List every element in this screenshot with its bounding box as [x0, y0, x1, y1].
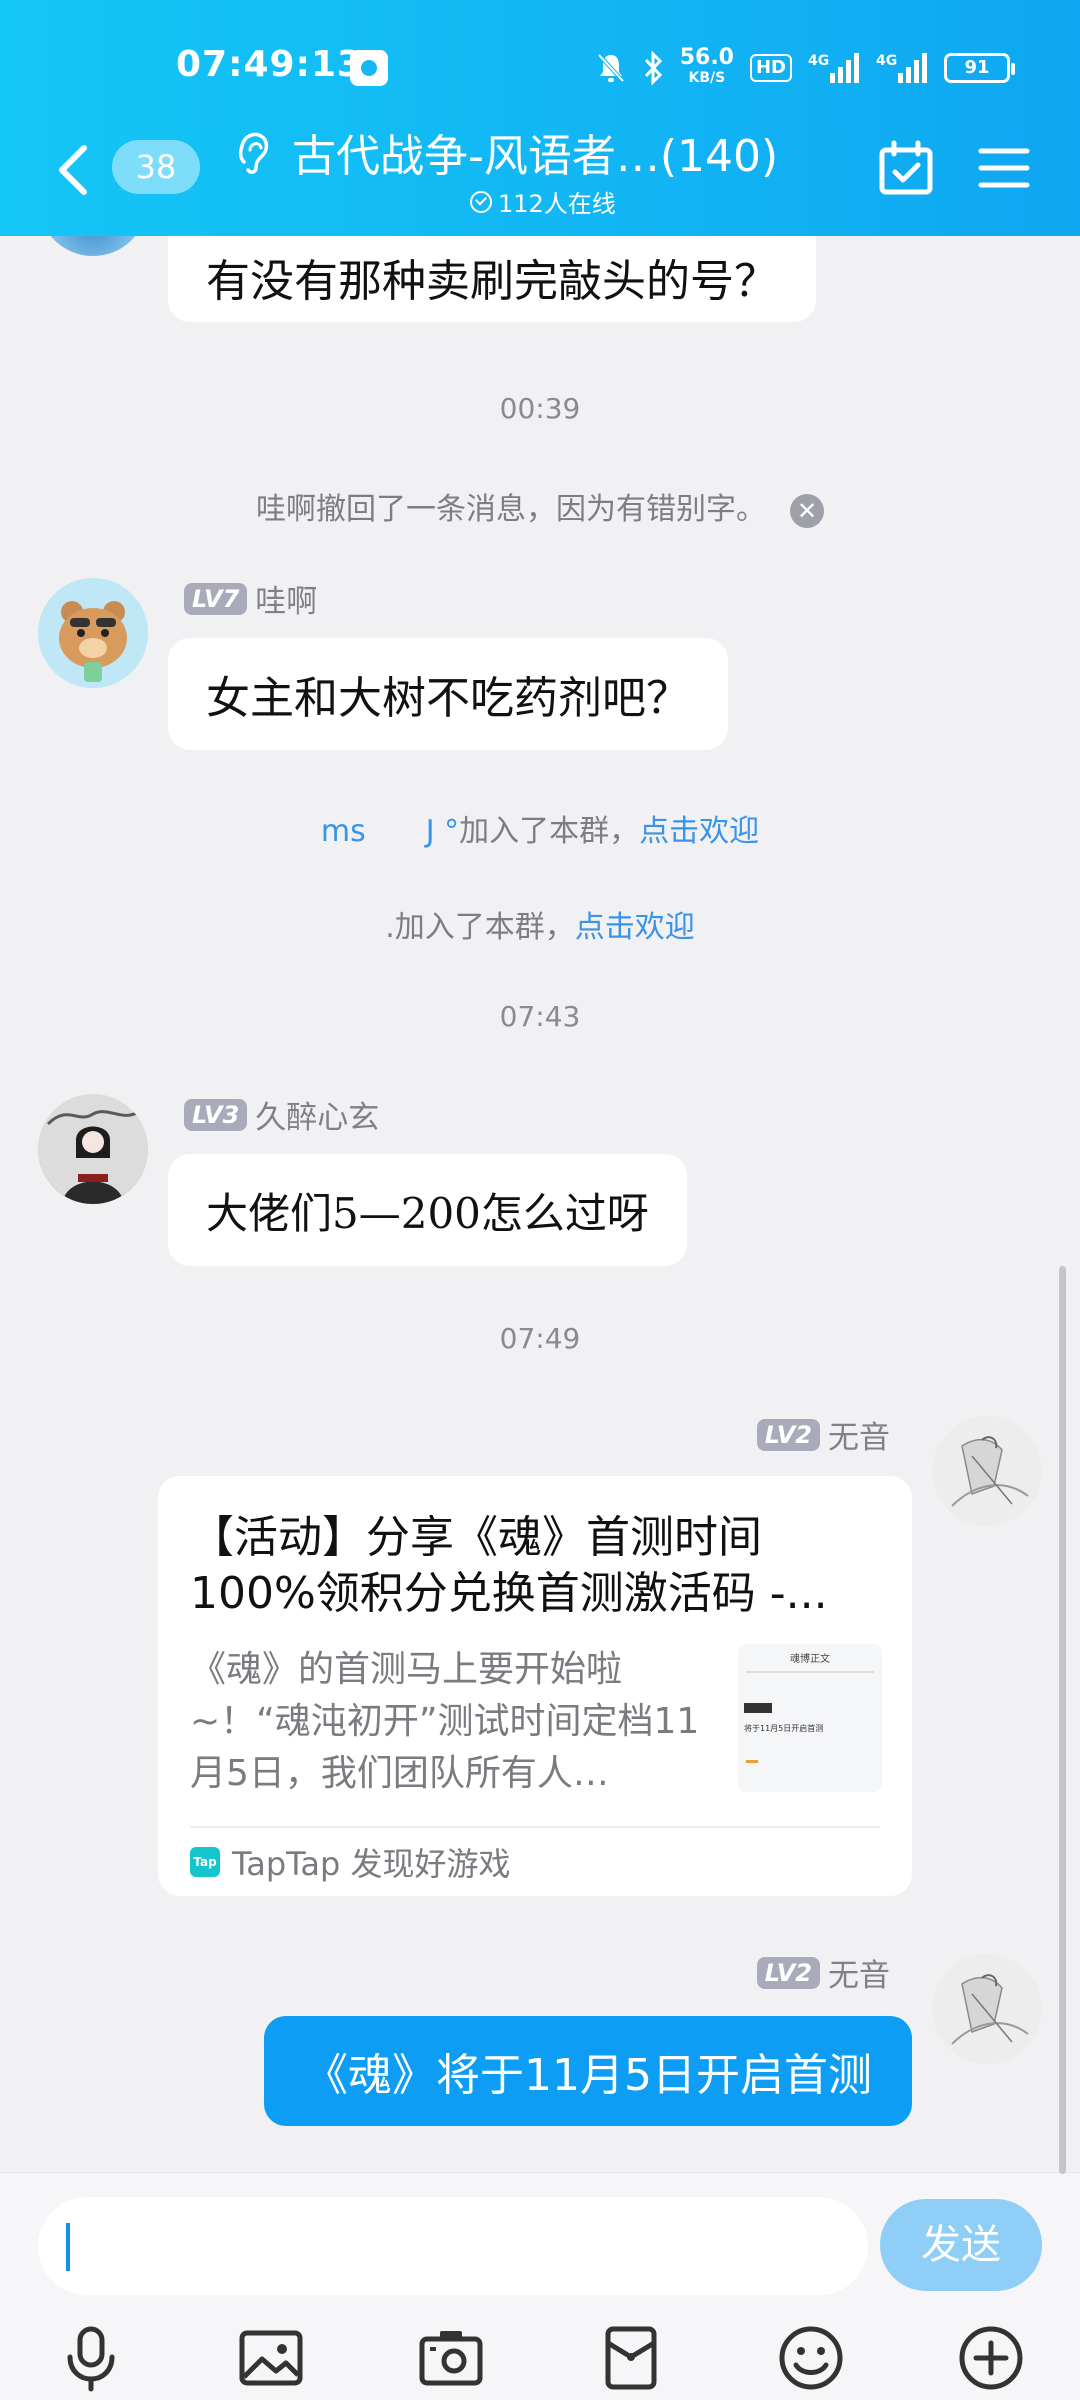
divider	[190, 1826, 880, 1828]
join-text: 加入了本群，	[459, 814, 640, 849]
welcome-link[interactable]: 点击欢迎	[575, 910, 695, 945]
svg-text:4G: 4G	[808, 53, 829, 69]
own-message-bubble[interactable]: 《魂》将于11月5日开启首测	[264, 2016, 912, 2126]
status-time: 07:49:13	[176, 44, 364, 85]
sender-info: LV2 无音	[756, 1950, 890, 1995]
card-description: 《魂》的首测马上要开始啦~！“魂沌初开”测试时间定档11月5日，我们团队所有人…	[190, 1649, 700, 1794]
mute-bell-icon	[597, 53, 625, 83]
welcome-link[interactable]: 点击欢迎	[639, 814, 759, 849]
card-source-label: TapTap 发现好游戏	[232, 1845, 511, 1883]
message-text: 有没有那种卖刷完敲头的号？	[206, 256, 778, 307]
hd-voice-badge: HD	[749, 54, 792, 82]
screen-record-icon	[350, 50, 388, 86]
message-input[interactable]	[38, 2197, 868, 2295]
level-badge: LV2	[756, 1418, 820, 1451]
level-badge: LV3	[184, 1098, 248, 1131]
calendar-check-icon[interactable]	[878, 140, 934, 196]
group-title[interactable]: 古代战争-风语者…(140)	[292, 120, 778, 184]
microphone-icon[interactable]	[56, 2323, 126, 2393]
timestamp: 07:49	[499, 1322, 581, 1355]
thumbnail-line: 将于11月5日开启首测	[744, 1724, 824, 1733]
red-packet-icon[interactable]	[596, 2323, 666, 2393]
portrait-avatar-icon	[38, 1094, 148, 1204]
sender-info: LV2 无音	[756, 1412, 890, 1457]
thumbnail-title: 魂博正文	[790, 1654, 830, 1665]
send-button[interactable]: 发送	[880, 2199, 1042, 2291]
back-button[interactable]	[54, 140, 94, 200]
level-badge: LV7	[184, 582, 248, 615]
taptap-logo-icon: Tap	[190, 1847, 220, 1877]
online-count[interactable]: 112人在线	[470, 184, 616, 219]
unread-count-badge[interactable]: 38	[112, 140, 200, 194]
ink-sketch-avatar-icon	[932, 1954, 1042, 2064]
sender-name[interactable]: 无音	[828, 1950, 890, 1995]
ear-icon[interactable]	[234, 128, 274, 176]
timestamp: 07:43	[499, 1000, 581, 1033]
message-text: 女主和大树不吃药剂吧？	[206, 673, 690, 724]
avatar-top-user[interactable]	[38, 236, 148, 256]
battery-indicator: 91	[944, 53, 1015, 83]
close-icon[interactable]: ✕	[790, 493, 824, 528]
menu-icon[interactable]	[978, 146, 1030, 190]
ink-sketch-avatar-icon	[932, 1416, 1042, 1526]
level-badge: LV2	[756, 1956, 820, 1989]
sender-name[interactable]: 哇啊	[255, 576, 317, 621]
bluetooth-icon	[644, 51, 662, 85]
chat-header: 07:49:13 56.0 KB/S HD 4G 4G 91 38 古代战争-风…	[0, 0, 1080, 236]
recall-notice: 哇啊撤回了一条消息，因为有错别字。 ✕	[0, 484, 1080, 528]
message-bubble[interactable]: 大佬们5—200怎么过呀	[168, 1154, 687, 1266]
signal-4g-icon-2: 4G	[876, 53, 927, 83]
bear-avatar-icon	[38, 578, 148, 688]
join-notice: .加入了本群，点击欢迎	[0, 902, 1080, 946]
online-check-icon	[470, 190, 492, 213]
signal-4g-icon-1: 4G	[808, 53, 859, 83]
avatar-wuyin[interactable]	[932, 1954, 1042, 2064]
message-text: 《魂》将于11月5日开启首测	[304, 2050, 872, 2101]
join-notice: ms J °加入了本群，点击欢迎	[0, 806, 1080, 850]
sender-name[interactable]: 久醉心玄	[255, 1092, 379, 1137]
sender-info: LV7 哇啊	[184, 576, 317, 621]
status-bar: 07:49:13 56.0 KB/S HD 4G 4G 91	[0, 0, 1080, 136]
camera-icon[interactable]	[416, 2323, 486, 2393]
joined-user-name[interactable]: .	[385, 910, 395, 945]
message-bubble[interactable]: 女主和大树不吃药剂吧？	[168, 638, 728, 750]
plus-icon[interactable]	[956, 2323, 1026, 2393]
emoji-icon[interactable]	[776, 2323, 846, 2393]
online-count-label: 112人在线	[498, 190, 616, 218]
card-title: 【活动】分享《魂》首测时间100%领积分兑换首测激活码 -...	[190, 1512, 828, 1619]
avatar-wa[interactable]	[38, 578, 148, 688]
card-thumbnail: 魂博正文 将于11月5日开启首测	[738, 1644, 882, 1792]
image-icon[interactable]	[236, 2323, 306, 2393]
card-source: Tap TapTap 发现好游戏	[190, 1832, 511, 1892]
chat-scrollbar[interactable]	[1059, 1266, 1066, 2174]
input-bar: 发送	[0, 2172, 1080, 2400]
sender-name[interactable]: 无音	[828, 1412, 890, 1457]
svg-text:4G: 4G	[876, 53, 897, 69]
message-bubble[interactable]: 有没有那种卖刷完敲头的号？	[168, 236, 816, 322]
link-share-card[interactable]: 【活动】分享《魂》首测时间100%领积分兑换首测激活码 -... 《魂》的首测马…	[158, 1476, 912, 1896]
join-text: 加入了本群，	[394, 910, 575, 945]
network-speed: 56.0 KB/S	[679, 45, 734, 87]
avatar-wuyin[interactable]	[932, 1416, 1042, 1526]
avatar-jiuzui[interactable]	[38, 1094, 148, 1204]
status-indicators: 56.0 KB/S HD 4G 4G 91	[596, 45, 1015, 90]
message-text: 大佬们5—200怎么过呀	[206, 1188, 649, 1238]
sender-info: LV3 久醉心玄	[184, 1092, 379, 1137]
chat-message-list[interactable]: 有没有那种卖刷完敲头的号？ 00:39 哇啊撤回了一条消息，因为有错别字。 ✕ L…	[0, 236, 1080, 2172]
text-caret	[66, 2223, 70, 2271]
timestamp: 00:39	[499, 392, 581, 425]
recall-text: 哇啊撤回了一条消息，因为有错别字。	[256, 492, 766, 527]
joined-user-name[interactable]: ms J °	[321, 814, 459, 849]
